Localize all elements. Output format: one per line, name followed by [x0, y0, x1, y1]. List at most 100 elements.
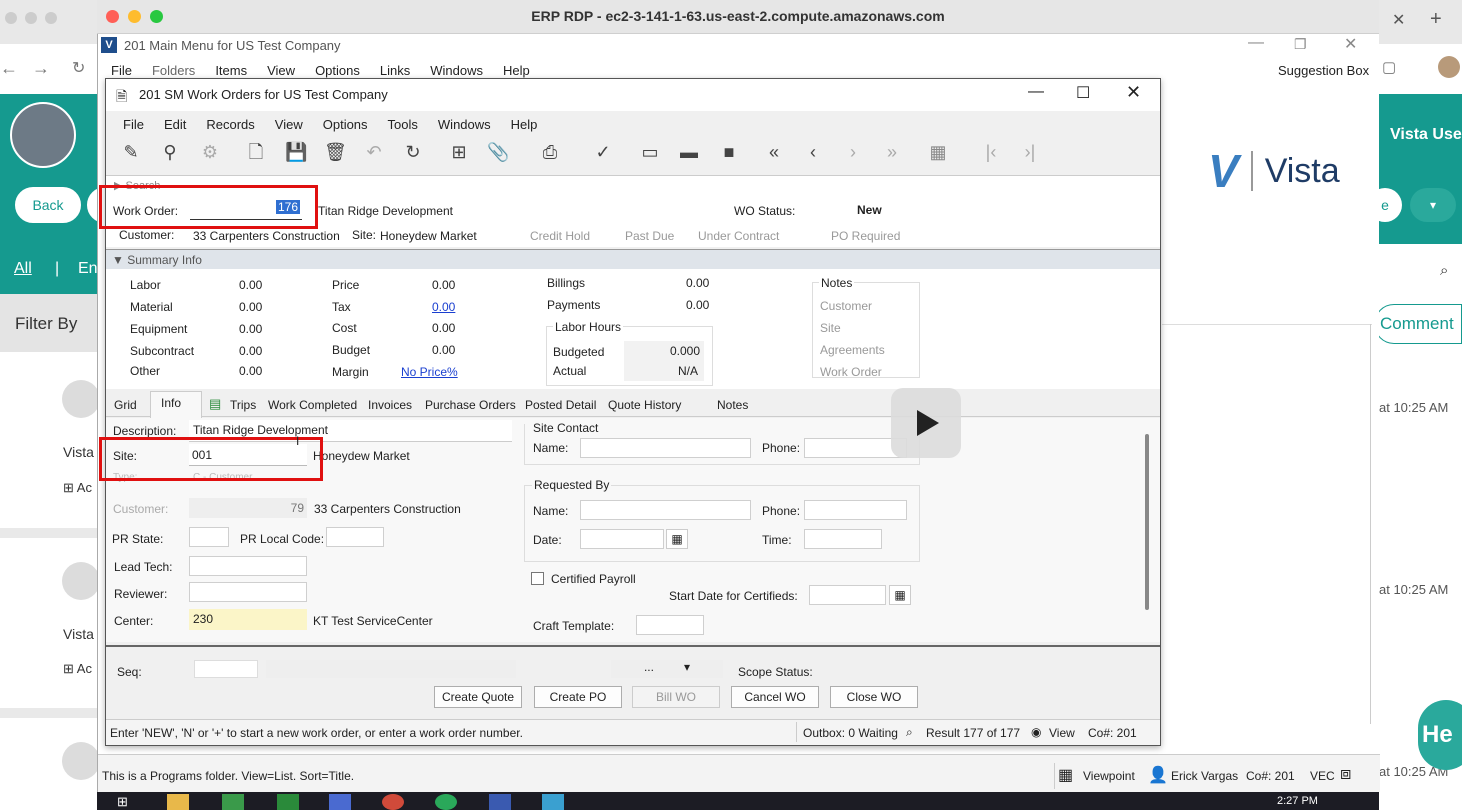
- calendar-icon[interactable]: ▦: [889, 585, 911, 605]
- refresh-icon[interactable]: ↻: [402, 141, 424, 163]
- grid-icon[interactable]: ⊞: [448, 141, 470, 163]
- edit-icon[interactable]: ✎: [120, 141, 142, 163]
- minimize-window-button[interactable]: [128, 10, 141, 23]
- app-taskbar-icon[interactable]: [382, 794, 404, 810]
- view-link[interactable]: View: [1049, 726, 1075, 740]
- requested-name-input[interactable]: [580, 500, 751, 520]
- summary-header[interactable]: ▼ Summary Info: [106, 249, 1160, 269]
- reload-icon[interactable]: ↻: [72, 58, 85, 78]
- tab-invoices[interactable]: Invoices: [368, 398, 412, 412]
- new-tab-icon[interactable]: +: [1430, 8, 1442, 31]
- start-date-certified-input[interactable]: [809, 585, 886, 605]
- margin-link[interactable]: No Price%: [401, 365, 458, 379]
- save-icon[interactable]: 💾: [285, 141, 307, 163]
- seq-input[interactable]: [194, 660, 258, 678]
- center-input[interactable]: 230: [189, 609, 307, 630]
- tab-work-completed[interactable]: Work Completed: [268, 398, 357, 412]
- minimize-icon[interactable]: —: [1028, 83, 1044, 101]
- profile-avatar[interactable]: [1438, 56, 1460, 78]
- create-po-button[interactable]: Create PO: [534, 686, 622, 708]
- spellcheck-icon[interactable]: ✓: [592, 141, 614, 163]
- explorer-taskbar-icon[interactable]: [167, 794, 189, 810]
- add-action[interactable]: ⊞ Ac: [63, 480, 92, 496]
- cancel-wo-button[interactable]: Cancel WO: [731, 686, 819, 708]
- tab-trips[interactable]: Trips: [230, 398, 256, 412]
- dropdown-button[interactable]: ▾: [1410, 188, 1456, 222]
- summary-toggle[interactable]: ▼ Summary Info: [112, 253, 202, 267]
- main-menu-folders[interactable]: Folders: [152, 63, 195, 78]
- pr-local-code-input[interactable]: [326, 527, 384, 547]
- close-icon[interactable]: ✕: [1344, 34, 1357, 54]
- back-arrow-icon[interactable]: ←: [0, 58, 18, 79]
- menu-file[interactable]: File: [123, 117, 144, 132]
- play-button[interactable]: [891, 388, 961, 458]
- tab-purchase-orders[interactable]: Purchase Orders: [425, 398, 516, 412]
- undo-icon[interactable]: ↶: [363, 141, 385, 163]
- main-menu-options[interactable]: Options: [315, 63, 360, 78]
- suggestion-box-link[interactable]: Suggestion Box: [1278, 63, 1369, 78]
- back-button[interactable]: Back: [14, 186, 82, 224]
- first-page-icon[interactable]: |‹: [980, 141, 1002, 163]
- app-taskbar-icon[interactable]: [435, 794, 457, 810]
- close-wo-button[interactable]: Close WO: [830, 686, 918, 708]
- attach-icon[interactable]: 📎: [487, 141, 509, 163]
- app-taskbar-icon[interactable]: [277, 794, 299, 810]
- scope-status-select[interactable]: ... ▾: [611, 660, 723, 678]
- app-taskbar-icon[interactable]: [489, 794, 511, 810]
- close-tab-icon[interactable]: ✕: [1392, 10, 1405, 30]
- main-menu-view[interactable]: View: [267, 63, 295, 78]
- tab-posted-detail[interactable]: Posted Detail: [525, 398, 596, 412]
- maximize-icon[interactable]: ☐: [1076, 83, 1090, 103]
- main-menu-items[interactable]: Items: [215, 63, 247, 78]
- tab-info[interactable]: Info: [150, 391, 202, 418]
- main-menu-file[interactable]: File: [111, 63, 132, 78]
- minimize-icon[interactable]: —: [1248, 34, 1264, 52]
- menu-tools[interactable]: Tools: [388, 117, 418, 132]
- tab-quote-history[interactable]: Quote History: [608, 398, 681, 412]
- windows-start-icon[interactable]: ⊞: [117, 794, 128, 810]
- notes-customer-link[interactable]: Customer: [820, 299, 872, 313]
- calendar-icon[interactable]: ▦: [666, 529, 688, 549]
- notes-work-order-link[interactable]: Work Order: [820, 365, 882, 379]
- app-taskbar-icon[interactable]: [329, 794, 351, 810]
- reviewer-input[interactable]: [189, 582, 307, 602]
- menu-view[interactable]: View: [275, 117, 303, 132]
- layout-mid-icon[interactable]: ▬: [678, 141, 700, 163]
- pr-state-input[interactable]: [189, 527, 229, 547]
- menu-options[interactable]: Options: [323, 117, 368, 132]
- print-icon[interactable]: ⎙: [539, 141, 561, 163]
- delete-icon[interactable]: 🗑: [324, 141, 347, 163]
- layout-full-icon[interactable]: ■: [718, 141, 740, 163]
- notes-site-link[interactable]: Site: [820, 321, 841, 335]
- app-taskbar-icon[interactable]: [542, 794, 564, 810]
- table-icon[interactable]: ▦: [927, 141, 949, 163]
- comment-button[interactable]: Comment: [1374, 304, 1462, 344]
- notes-agreements-link[interactable]: Agreements: [820, 343, 885, 357]
- certified-payroll-checkbox[interactable]: [531, 572, 544, 585]
- site-contact-name-input[interactable]: [580, 438, 751, 458]
- tab-notes[interactable]: Notes: [717, 398, 748, 412]
- tax-link[interactable]: 0.00: [432, 300, 455, 314]
- bill-wo-button[interactable]: Bill WO: [632, 686, 720, 708]
- menu-records[interactable]: Records: [206, 117, 254, 132]
- main-menu-windows[interactable]: Windows: [430, 63, 483, 78]
- main-menu-help[interactable]: Help: [503, 63, 530, 78]
- new-record-icon[interactable]: 🗋: [245, 141, 267, 163]
- forward-arrow-icon[interactable]: →: [32, 58, 50, 79]
- requested-time-input[interactable]: [804, 529, 882, 549]
- menu-help[interactable]: Help: [511, 117, 538, 132]
- binoculars-icon[interactable]: ⚲: [159, 141, 181, 163]
- menu-edit[interactable]: Edit: [164, 117, 186, 132]
- gear-icon[interactable]: ⚙: [199, 141, 221, 163]
- help-widget[interactable]: He: [1418, 700, 1462, 770]
- requested-date-input[interactable]: [580, 529, 664, 549]
- create-quote-button[interactable]: Create Quote: [434, 686, 522, 708]
- first-record-icon[interactable]: «: [763, 141, 785, 163]
- maximize-window-button[interactable]: [150, 10, 163, 23]
- scrollbar[interactable]: [1145, 434, 1149, 610]
- close-icon[interactable]: ✕: [1126, 82, 1141, 103]
- tab-all[interactable]: All: [14, 260, 32, 278]
- restore-icon[interactable]: ❐: [1294, 36, 1307, 53]
- craft-template-input[interactable]: [636, 615, 704, 635]
- previous-record-icon[interactable]: ‹: [802, 141, 824, 163]
